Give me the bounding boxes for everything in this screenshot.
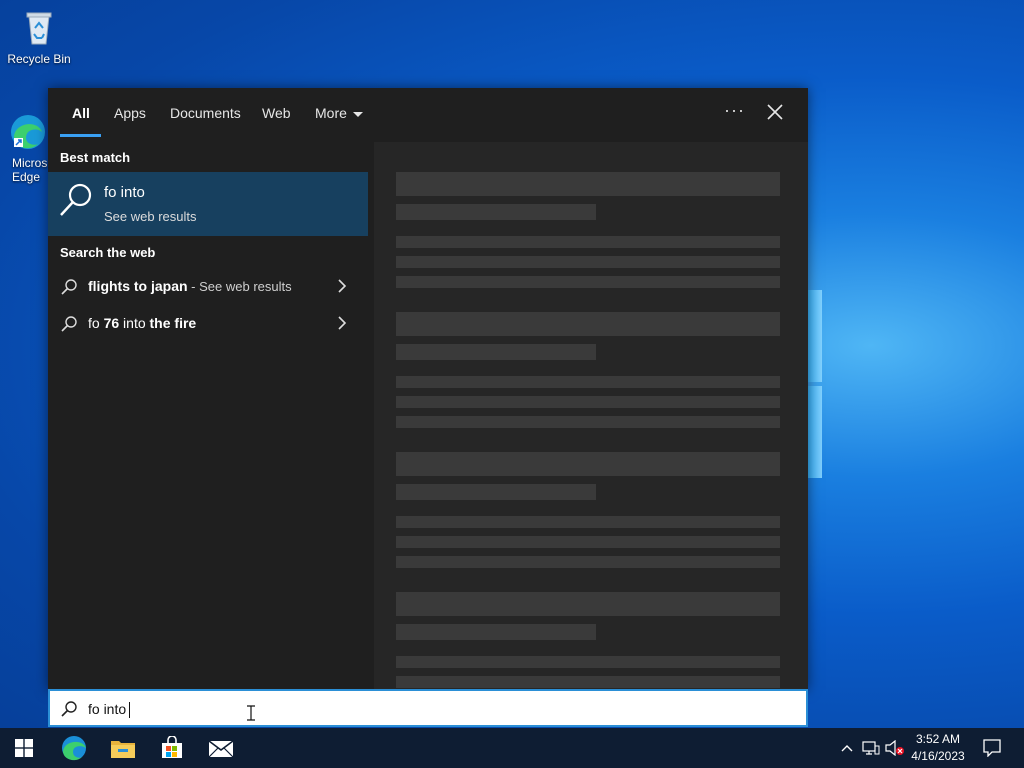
loading-placeholder: [396, 312, 780, 336]
recycle-bin-icon: [19, 8, 59, 48]
loading-placeholder: [396, 204, 596, 220]
loading-placeholder: [396, 484, 596, 500]
chevron-up-icon: [841, 745, 853, 752]
search-icon: [60, 315, 78, 333]
search-tabs: All Apps Documents Web More ···: [48, 88, 808, 138]
active-tab-indicator: [60, 134, 101, 137]
best-match-title: fo into: [104, 184, 145, 201]
web-result-text: flights to japan - See web results: [88, 278, 292, 294]
web-result-prefix: fo: [88, 315, 104, 331]
search-box[interactable]: fo into: [48, 689, 808, 727]
loading-placeholder: [396, 376, 780, 388]
clock-date: 4/16/2023: [911, 749, 965, 763]
volume-muted-icon: [885, 740, 904, 756]
search-input-value: fo into: [88, 701, 127, 717]
chevron-right-icon[interactable]: [336, 316, 348, 330]
web-result-item[interactable]: flights to japan - See web results: [48, 269, 368, 303]
loading-placeholder: [396, 624, 596, 640]
tab-documents[interactable]: Documents: [170, 105, 241, 121]
taskbar-edge-button[interactable]: [50, 728, 98, 768]
desktop-icon-recycle-bin[interactable]: Recycle Bin: [4, 8, 74, 66]
loading-placeholder: [396, 236, 780, 248]
close-icon: [767, 104, 783, 120]
file-explorer-icon: [111, 741, 135, 758]
taskbar-file-explorer-button[interactable]: [99, 728, 147, 768]
tab-all[interactable]: All: [72, 105, 90, 121]
taskbar-clock[interactable]: 3:52 AM 4/16/2023: [904, 731, 972, 765]
tab-web[interactable]: Web: [262, 105, 291, 121]
start-button[interactable]: [0, 728, 48, 768]
tab-more[interactable]: More: [315, 105, 363, 121]
network-button[interactable]: [860, 728, 882, 768]
loading-placeholder: [396, 592, 780, 616]
search-icon: [58, 182, 94, 218]
loading-placeholder: [396, 536, 780, 548]
loading-placeholder: [396, 344, 596, 360]
network-icon: [862, 741, 880, 755]
notification-icon: [983, 739, 1001, 757]
web-result-middle: into: [119, 315, 150, 331]
chevron-right-icon[interactable]: [336, 279, 348, 293]
loading-placeholder: [396, 556, 780, 568]
web-result-item[interactable]: fo 76 into the fire: [48, 306, 368, 340]
web-result-text: fo 76 into the fire: [88, 315, 196, 331]
loading-placeholder: [396, 656, 780, 668]
close-button[interactable]: [765, 102, 785, 122]
taskbar-store-button[interactable]: [148, 728, 196, 768]
search-icon: [60, 278, 78, 296]
taskbar-mail-button[interactable]: [197, 728, 245, 768]
wallpaper-glow: [808, 290, 822, 382]
desktop-icon-label: Recycle Bin: [7, 52, 71, 66]
store-icon: [162, 736, 182, 758]
search-input[interactable]: fo into: [88, 701, 131, 719]
mouse-ibeam-cursor: [246, 705, 256, 721]
show-hidden-icons-button[interactable]: [838, 728, 856, 768]
more-options-icon[interactable]: ···: [724, 100, 745, 121]
loading-placeholder: [396, 276, 780, 288]
loading-placeholder: [396, 452, 780, 476]
loading-placeholder: [396, 172, 780, 196]
loading-placeholder: [396, 516, 780, 528]
search-icon: [60, 700, 78, 718]
edge-icon: [8, 112, 48, 152]
tab-apps[interactable]: Apps: [114, 105, 146, 121]
web-result-bold: flights to japan: [88, 278, 188, 294]
loading-placeholder: [396, 676, 780, 688]
search-web-header: Search the web: [60, 245, 156, 260]
preview-pane-loading: [374, 142, 808, 690]
clock-time: 3:52 AM: [915, 732, 961, 746]
start-icon: [15, 739, 33, 757]
best-match-item[interactable]: fo into See web results: [48, 172, 368, 236]
mail-icon: [208, 740, 234, 758]
edge-icon: [62, 736, 86, 761]
taskbar: 3:52 AM 4/16/2023: [0, 728, 1024, 768]
wallpaper-glow: [808, 386, 822, 478]
best-match-header: Best match: [60, 150, 131, 165]
web-result-bold: 76: [103, 315, 120, 331]
web-result-suffix: - See web results: [187, 279, 292, 294]
best-match-subtitle: See web results: [104, 209, 197, 224]
tab-more-label: More: [315, 105, 347, 121]
loading-placeholder: [396, 256, 780, 268]
search-panel: All Apps Documents Web More ··· Best mat…: [48, 88, 808, 690]
loading-placeholder: [396, 396, 780, 408]
volume-button[interactable]: [884, 728, 906, 768]
web-result-bold: the fire: [149, 315, 197, 331]
loading-placeholder: [396, 416, 780, 428]
caret-down-icon: [352, 111, 363, 117]
action-center-button[interactable]: [978, 728, 1006, 768]
text-cursor: [129, 702, 131, 719]
